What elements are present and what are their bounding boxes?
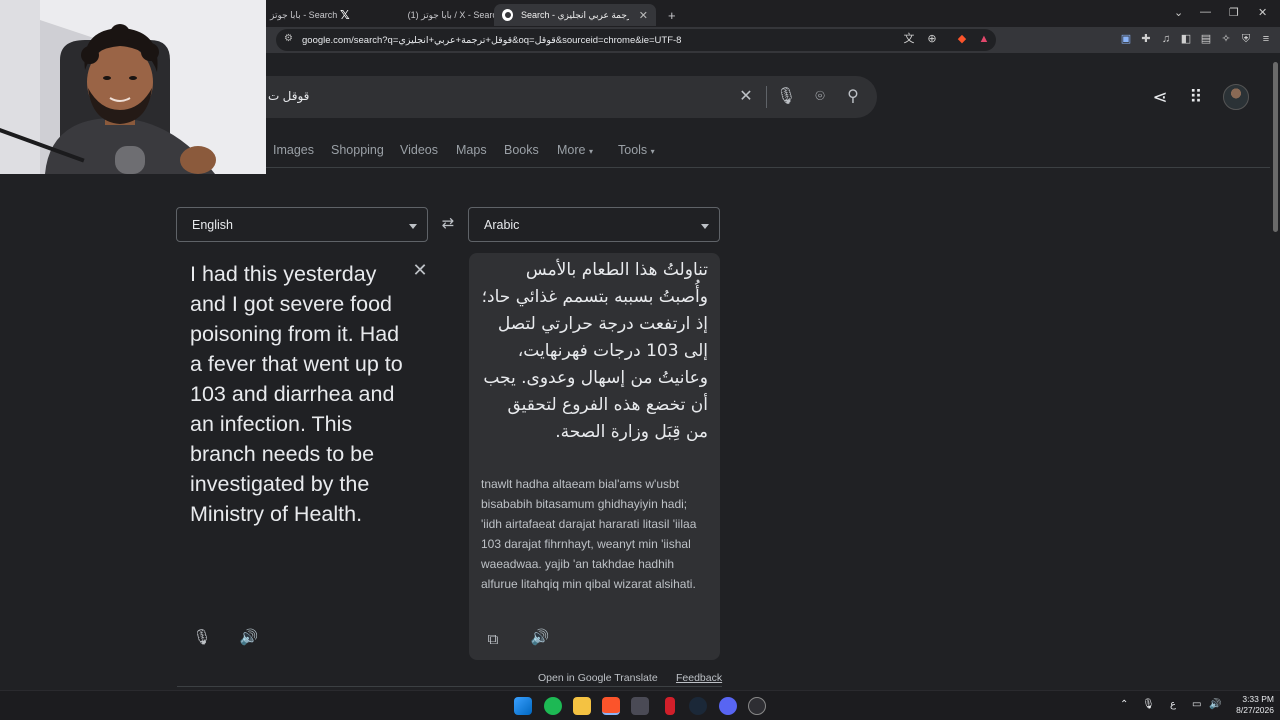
- target-language-select[interactable]: Arabic: [468, 207, 720, 242]
- plus-icon: +: [668, 7, 676, 23]
- brave-rewards-icon[interactable]: ▲: [978, 33, 990, 45]
- scrollbar-thumb[interactable]: [1273, 62, 1278, 232]
- webcam-overlay: [0, 0, 266, 174]
- source-language-label: English: [192, 218, 233, 232]
- tab-images[interactable]: Images: [273, 143, 314, 157]
- tab-2[interactable]: 𝕏 (1) بابا جوتز / X - Search: [332, 4, 502, 26]
- streamer-illustration: [0, 0, 266, 174]
- steam-icon[interactable]: [689, 697, 707, 715]
- search-divider: [766, 86, 767, 108]
- tools-caret-icon: ▾: [650, 147, 655, 156]
- feedback-link[interactable]: Feedback: [676, 672, 722, 684]
- close-tab-icon[interactable]: ✕: [639, 9, 648, 22]
- start-windows-icon[interactable]: [514, 697, 532, 715]
- clear-source-icon[interactable]: ✕: [412, 260, 428, 280]
- media-icon[interactable]: ♫: [1160, 33, 1172, 45]
- discord-icon[interactable]: [719, 697, 737, 715]
- site-settings-icon[interactable]: ⚙: [284, 33, 293, 44]
- clock-time: 3:33 PM: [1242, 694, 1274, 704]
- minimize-icon[interactable]: —: [1200, 6, 1211, 18]
- transliteration-text: tnawlt hadha altaeam bial'ams w'usbt bis…: [481, 477, 697, 591]
- tray-mic-icon[interactable]: 🎙: [1142, 699, 1155, 710]
- tab-1-label: بابا جوتز - Search: [270, 9, 338, 20]
- copy-translation-icon[interactable]: ⧉: [483, 630, 503, 650]
- tab-more[interactable]: More ▾: [557, 143, 593, 157]
- tab-1[interactable]: بابا جوتز - Search: [262, 4, 337, 26]
- sidebar-icon[interactable]: ▣: [1120, 33, 1132, 45]
- header-divider: [266, 167, 1270, 168]
- clock-date: 8/27/2026: [1236, 705, 1274, 715]
- tab-2-label: (1) بابا جوتز / X - Search: [407, 9, 502, 20]
- monitor-icon[interactable]: ▭: [1192, 699, 1201, 710]
- swap-languages-icon[interactable]: ⇄: [438, 214, 458, 234]
- tab-books[interactable]: Books: [504, 143, 539, 157]
- source-language-select[interactable]: English: [176, 207, 428, 242]
- store-icon[interactable]: [631, 697, 649, 715]
- target-language-label: Arabic: [484, 218, 520, 232]
- x-logo-icon: 𝕏: [340, 8, 350, 22]
- search-icon[interactable]: ⚲: [843, 87, 863, 107]
- widget-bottom-divider: [177, 686, 722, 687]
- file-explorer-icon[interactable]: [573, 697, 591, 715]
- microphone-icon[interactable]: 🎙: [192, 628, 212, 648]
- input-language[interactable]: ع: [1170, 699, 1176, 710]
- voice-search-icon[interactable]: 🎙: [776, 87, 796, 107]
- side-panel-icon[interactable]: ◧: [1180, 33, 1192, 45]
- listen-source-icon[interactable]: 🔊: [239, 628, 259, 648]
- translation-result-card: تناولتُ هذا الطعام بالأمس وأُصبتُ بسببه …: [469, 253, 720, 660]
- google-favicon-icon: [502, 9, 513, 21]
- extensions-icon[interactable]: ✚: [1140, 33, 1152, 45]
- lens-search-icon[interactable]: ⌾: [810, 87, 830, 107]
- maximize-icon[interactable]: ❐: [1229, 6, 1239, 19]
- brave-browser-icon[interactable]: [602, 697, 620, 715]
- tab-videos[interactable]: Videos: [400, 143, 438, 157]
- tab-tools-label: Tools: [618, 143, 648, 157]
- tray-chevron-icon[interactable]: ⌃: [1120, 699, 1128, 710]
- dropdown-caret-icon: [701, 224, 709, 229]
- translate-page-icon[interactable]: 文: [903, 33, 915, 45]
- search-box[interactable]: قوقل ت ✕ 🎙 ⌾ ⚲: [266, 76, 877, 118]
- avatar[interactable]: [1223, 84, 1249, 110]
- brave-shields-icon[interactable]: ◆: [956, 33, 968, 45]
- clear-search-icon[interactable]: ✕: [736, 87, 756, 107]
- volume-icon[interactable]: 🔊: [1209, 699, 1221, 710]
- tab-3-label: Search - قوقل ترجمة عربي انجليزي: [520, 9, 629, 20]
- wallet-icon[interactable]: ▤: [1200, 33, 1212, 45]
- new-tab-button[interactable]: +: [660, 4, 684, 26]
- apps-grid-icon[interactable]: ⠿: [1185, 86, 1207, 108]
- spotify-icon[interactable]: [544, 697, 562, 715]
- tab-tools[interactable]: Tools ▾: [618, 143, 655, 157]
- leo-ai-icon[interactable]: ✧: [1220, 33, 1232, 45]
- zoom-icon[interactable]: ⊕: [926, 33, 938, 45]
- vpn-icon[interactable]: ⛨: [1240, 33, 1252, 45]
- tab-shopping[interactable]: Shopping: [331, 143, 384, 157]
- menu-icon[interactable]: ≡: [1260, 33, 1272, 45]
- netflix-icon[interactable]: [665, 697, 675, 715]
- listen-translation-icon[interactable]: 🔊: [530, 628, 550, 648]
- open-in-google-translate-link[interactable]: Open in Google Translate: [538, 672, 658, 684]
- taskbar: ⌃ 🎙 ع ▭ 🔊 3:33 PM 8/27/2026: [0, 690, 1280, 720]
- tab-more-label: More: [557, 143, 586, 157]
- address-text: google.com/search?q=قوقل+ترجمة+عربي+انجل…: [302, 34, 682, 46]
- dropdown-caret-icon: [409, 224, 417, 229]
- tab-list-chevron-icon[interactable]: ⌄: [1174, 6, 1183, 19]
- share-icon[interactable]: ⋖: [1149, 86, 1171, 108]
- system-clock[interactable]: 3:33 PM 8/27/2026: [1222, 694, 1274, 716]
- app-icon[interactable]: [748, 697, 766, 715]
- search-query: قوقل ت: [268, 89, 310, 103]
- tab-3-active[interactable]: Search - قوقل ترجمة عربي انجليزي ✕: [494, 4, 656, 26]
- address-bar[interactable]: ⚙ google.com/search?q=قوقل+ترجمة+عربي+ان…: [276, 29, 996, 51]
- more-caret-icon: ▾: [588, 147, 593, 156]
- close-window-icon[interactable]: ✕: [1258, 6, 1267, 19]
- tab-maps[interactable]: Maps: [456, 143, 487, 157]
- translated-text: تناولتُ هذا الطعام بالأمس وأُصبتُ بسببه …: [481, 260, 708, 442]
- source-text-input[interactable]: I had this yesterday and I got severe fo…: [190, 259, 410, 529]
